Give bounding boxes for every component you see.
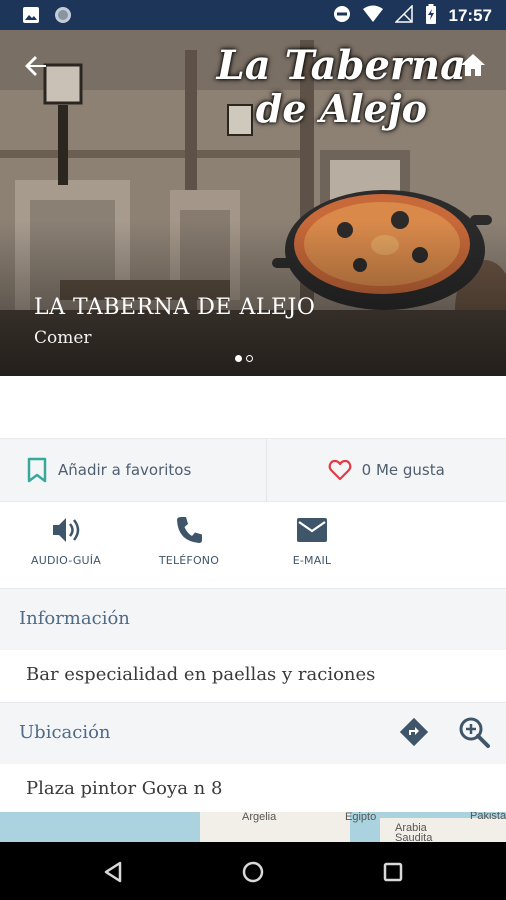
actions-row: Añadir a favoritos 0 Me gusta <box>0 438 506 502</box>
phone-button[interactable]: TELÉFONO <box>134 514 244 567</box>
place-category: Comer <box>34 328 92 348</box>
info-section-header: Información <box>0 588 506 650</box>
battery-icon <box>425 4 437 28</box>
likes-count-label: 0 Me gusta <box>361 461 445 479</box>
map-label: Pakistá <box>470 812 506 822</box>
logo-line-1: La Taberna <box>216 42 466 89</box>
speaker-icon <box>53 518 80 542</box>
triangle-back-icon <box>104 861 122 883</box>
email-button[interactable]: E-MAIL <box>257 514 367 567</box>
hero-banner[interactable]: La Taberna de Alejo LA TABERNA DE ALEJO … <box>0 30 506 376</box>
location-section-body: Plaza pintor Goya n 8 <box>0 764 506 812</box>
info-section-title: Información <box>19 608 130 629</box>
location-section-title: Ubicación <box>19 722 111 743</box>
audio-guide-button[interactable]: AUDIO-GUÍA <box>11 514 121 567</box>
mail-icon <box>297 518 327 542</box>
map-label: Argelia <box>242 812 277 823</box>
location-section-header: Ubicación <box>0 702 506 764</box>
navigation-bar <box>0 842 506 900</box>
home-button[interactable] <box>458 50 488 80</box>
map-label: Egipto <box>345 812 377 823</box>
arrow-left-icon <box>25 56 46 76</box>
no-signal-icon <box>393 4 413 27</box>
add-favorites-label: Añadir a favoritos <box>58 461 192 479</box>
map-preview[interactable]: Argelia Egipto Arabia Saudita Pakistá <box>0 812 506 842</box>
restaurant-logo: La Taberna de Alejo <box>217 44 466 130</box>
phone-label: TELÉFONO <box>158 554 220 567</box>
carousel-dot[interactable] <box>246 355 253 362</box>
nav-back-button[interactable] <box>100 859 126 885</box>
map-label: Saudita <box>395 832 433 842</box>
email-label: E-MAIL <box>292 554 332 567</box>
carousel-dot[interactable] <box>235 355 242 362</box>
zoom-map-button[interactable] <box>457 715 491 753</box>
wifi-icon <box>362 5 383 27</box>
status-bar: 17:57 <box>0 0 506 30</box>
circle-icon <box>54 6 72 28</box>
nav-home-button[interactable] <box>240 859 266 885</box>
dnd-icon <box>333 5 351 27</box>
back-button[interactable] <box>20 50 52 82</box>
like-button[interactable]: 0 Me gusta <box>267 439 506 501</box>
contact-row: AUDIO-GUÍA TELÉFONO E-MAIL <box>0 502 506 588</box>
directions-button[interactable] <box>397 715 431 753</box>
location-address: Plaza pintor Goya n 8 <box>26 778 223 799</box>
circle-home-icon <box>242 861 264 883</box>
bookmark-icon <box>27 457 47 483</box>
clock: 17:57 <box>448 6 492 25</box>
heart-icon <box>328 459 352 481</box>
directions-icon <box>399 717 429 747</box>
carousel-indicator[interactable] <box>235 355 253 362</box>
info-description: Bar especialidad en paellas y raciones <box>26 664 376 685</box>
place-title: LA TABERNA DE ALEJO <box>34 295 316 320</box>
phone-icon <box>177 517 202 543</box>
audio-guide-label: AUDIO-GUÍA <box>31 554 101 567</box>
nav-recents-button[interactable] <box>380 859 406 885</box>
home-icon <box>461 54 485 76</box>
logo-line-2: de Alejo <box>255 86 427 131</box>
image-icon <box>22 6 40 28</box>
zoom-in-icon <box>459 717 490 748</box>
add-favorites-button[interactable]: Añadir a favoritos <box>0 439 267 501</box>
square-recents-icon <box>383 862 403 882</box>
info-section-body: Bar especialidad en paellas y raciones <box>0 650 506 702</box>
